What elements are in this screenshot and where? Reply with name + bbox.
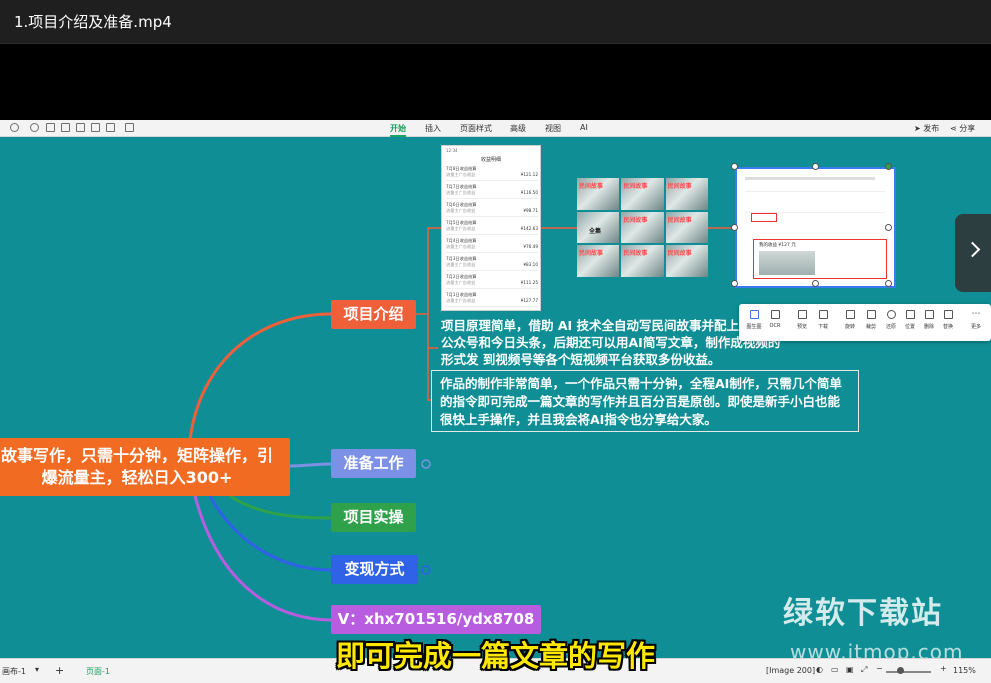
prep-collapse-toggle (421, 459, 431, 469)
list-item: 7月2日收益结算 流量主广告收益 ¥111.25 (446, 272, 538, 289)
list-item: 7月5日收益结算 流量主广告收益 ¥142.63 (446, 218, 538, 235)
preview-caption: 我的收益 ¥127 元 (759, 243, 796, 248)
branch-line-practice (229, 494, 332, 520)
next-page-button[interactable] (955, 214, 991, 292)
thumbnail: 民间故事 (665, 178, 708, 210)
thumbnail: 全集 (577, 211, 620, 244)
resize-handle-sw[interactable] (731, 280, 738, 287)
resize-handle-s[interactable] (812, 280, 819, 287)
delete-icon (924, 310, 934, 319)
resize-handle-n[interactable] (812, 163, 819, 170)
mindmap-app: 开始 插入 页面样式 高级 视图 AI ➤ 发布 ⋖ 分享 故事写作，只需十分钟… (0, 120, 991, 683)
more-icon: ⋯ (971, 309, 981, 319)
thumbnail: 民间故事 (577, 245, 620, 277)
selected-screenshot-image[interactable]: 我的收益 ¥127 元 (735, 167, 896, 288)
list-item: 7月4日收益结算 流量主广告收益 ¥76.49 (446, 236, 538, 253)
ocr-icon (770, 310, 780, 319)
crop-button[interactable]: 裁剪 (860, 310, 882, 330)
rotate-icon (845, 310, 855, 319)
branch-line-contact (193, 495, 332, 622)
intro-description-box[interactable]: 作品的制作非常简单，一个作品只需十分钟，全程AI制作，只需几个简单的指令即可完成… (431, 370, 859, 432)
more-button[interactable]: ⋯ 更多 (965, 309, 987, 331)
preview-icon (797, 310, 807, 319)
video-title-bar: 1.项目介绍及准备.mp4 (0, 0, 991, 44)
resize-handle-ne[interactable] (885, 163, 892, 170)
list-item: 7月7日收益结算 流量主广告收益 ¥116.50 (446, 182, 538, 199)
preview-chart (759, 251, 815, 275)
topic-prep[interactable]: 准备工作 (331, 449, 416, 478)
video-title: 1.项目介绍及准备.mp4 (14, 13, 172, 31)
reset-icon (886, 310, 896, 319)
preview-lines (745, 191, 885, 213)
thumbnail: 民间故事 (577, 178, 620, 210)
topic-contact[interactable]: V：xhx701516/ydx8708 (331, 605, 541, 634)
topic-intro[interactable]: 项目介绍 (331, 300, 416, 329)
download-icon (818, 310, 828, 319)
replace-icon (943, 310, 953, 319)
sub-line-phone (416, 227, 441, 315)
branch-line-intro (188, 312, 332, 441)
branch-line-prep (289, 462, 332, 468)
resize-handle-se[interactable] (885, 280, 892, 287)
phone-title: 收益明细 (480, 157, 501, 163)
rotate-button[interactable]: 旋转 (839, 310, 861, 330)
thumbnail: 民间故事 (665, 211, 708, 244)
preview-highlight (751, 213, 777, 222)
ocr-button[interactable]: OCR (764, 310, 786, 329)
resize-handle-e[interactable] (885, 224, 892, 231)
topic-monetize[interactable]: 变现方式 (331, 555, 418, 584)
replace-button[interactable]: 替换 (937, 310, 959, 330)
ai-icon (749, 310, 759, 319)
root-topic[interactable]: 故事写作，只需十分钟，矩阵操作，引爆流量主，轻松日入300+ (0, 438, 290, 496)
sub-line-desc1 (427, 314, 438, 349)
image-floating-toolbar: 图生图 OCR 预览 下载 旋转 裁剪 还原 位置 删除 替换 ⋯ 更多 (739, 304, 991, 341)
preview-header-lines (745, 177, 875, 180)
list-item: 7月8日收益结算 流量主广告收益 ¥121.12 (446, 164, 538, 181)
position-icon (905, 310, 915, 319)
thumbnail: 民间故事 (621, 178, 664, 210)
resize-handle-w[interactable] (731, 224, 738, 231)
list-item: 7月3日收益结算 流量主广告收益 ¥83.10 (446, 254, 538, 271)
video-subtitle: 即可完成一篇文章的写作 (335, 639, 655, 673)
crop-icon (866, 310, 876, 319)
thumbnail: 民间故事 (621, 245, 664, 277)
watermark-text: 绿软下载站 (783, 596, 943, 631)
list-item: 7月1日收益结算 流量主广告收益 ¥127.77 (446, 290, 538, 307)
list-item: 7月6日收益结算 流量主广告收益 ¥98.71 (446, 200, 538, 217)
intro-description[interactable]: 项目原理简单，借助 AI 技术全自动写民间故事并配上几 布到公众号和今日头条，后… (441, 317, 781, 368)
earnings-phone-screenshot[interactable]: 12:34 收益明细 7月8日收益结算 流量主广告收益 ¥121.12 7月7日收益… (441, 145, 541, 311)
thumbnail: 民间故事 (621, 211, 664, 244)
chevron-right-icon (964, 241, 981, 258)
preview-button[interactable]: 预览 (791, 310, 813, 330)
resize-handle-nw[interactable] (731, 163, 738, 170)
topic-practice[interactable]: 项目实操 (331, 503, 416, 532)
video-player: 1.项目介绍及准备.mp4 开始 插入 页面样式 高级 视图 AI ➤ 发布 ⋖… (0, 0, 991, 683)
download-button[interactable]: 下载 (812, 310, 834, 330)
story-thumbnail-grid[interactable]: 民间故事 民间故事 民间故事 全集 民间故事 民间故事 民间故事 民间故事 民间… (577, 178, 708, 277)
img2img-button[interactable]: 图生图 (743, 310, 765, 330)
thumbnail: 民间故事 (665, 245, 708, 277)
monetize-collapse-toggle (421, 565, 431, 575)
phone-status: 12:34 (446, 148, 458, 153)
branch-line-monetize (208, 495, 332, 572)
